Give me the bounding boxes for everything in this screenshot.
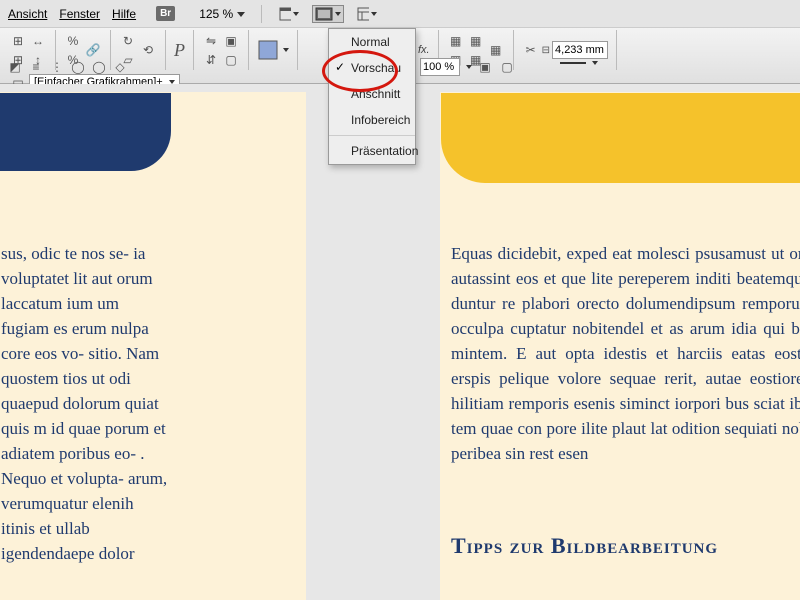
text-wrap-shape-icon[interactable]: ▦ [467, 32, 485, 50]
text-wrap-jump2-icon[interactable]: ▦ [487, 41, 505, 59]
corner-options-icon[interactable]: ◩ [6, 58, 24, 76]
menu-ansicht[interactable]: Ansicht [8, 7, 47, 21]
fit-frame-icon[interactable]: ▢ [498, 58, 516, 76]
link-scale-icon[interactable]: 🔗 [84, 41, 102, 59]
screen-mode-praesentation[interactable]: Präsentation [329, 138, 415, 164]
flip-h-icon[interactable]: ⇋ [202, 32, 220, 50]
page-right[interactable]: Equas dicidebit, exped eat molesci psusa… [440, 92, 800, 600]
scale-x-icon: % [64, 32, 82, 50]
opacity-field[interactable]: 100 % [420, 58, 460, 76]
menubar: Ansicht Fenster Hilfe Br 125 % [0, 0, 800, 28]
distribute-icon[interactable]: ⋮ [48, 58, 66, 76]
x-icon: ⊞ [9, 32, 27, 50]
zoom-level[interactable]: 125 % [199, 7, 245, 21]
right-body-text[interactable]: Equas dicidebit, exped eat molesci psusa… [451, 241, 800, 466]
fill-swatch[interactable] [257, 39, 279, 61]
convert-shape-icon[interactable]: ◇ [111, 58, 129, 76]
rotate-90-icon[interactable]: ⟲ [139, 41, 157, 59]
screen-mode-normal[interactable]: Normal [329, 29, 415, 55]
crop-icon[interactable]: ✂ [522, 41, 540, 59]
fit-content-icon[interactable]: ▣ [476, 58, 494, 76]
stroke-style-swatch[interactable] [560, 58, 586, 68]
bridge-icon[interactable]: Br [156, 6, 175, 21]
select-content-icon[interactable]: ▢ [222, 51, 240, 69]
rotate-icon[interactable]: ↻ [119, 32, 137, 50]
pathfinder-icon[interactable]: ◯ [69, 58, 87, 76]
pasteboard-gutter [306, 92, 440, 600]
right-page-header [441, 93, 800, 183]
screen-mode-dropdown: Normal Vorschau Anschnitt Infobereich Pr… [328, 28, 416, 165]
text-wrap-none-icon[interactable]: ▦ [447, 32, 465, 50]
measure-field[interactable]: 4,233 mm [552, 41, 608, 59]
screen-mode-vorschau[interactable]: Vorschau [329, 55, 415, 81]
arrange-documents-button[interactable] [278, 4, 300, 24]
dropdown-separator [329, 135, 415, 136]
w-icon: ↔ [29, 32, 47, 50]
align-icon[interactable]: ≡ [27, 58, 45, 76]
select-container-icon[interactable]: ▣ [222, 32, 240, 50]
left-body-text[interactable]: sus, odic te nos se- ia voluptatet lit a… [1, 241, 171, 566]
pathfinder2-icon[interactable]: ◯ [90, 58, 108, 76]
section-heading[interactable]: Tipps zur Bildbearbeitung [451, 533, 718, 559]
screen-mode-anschnitt[interactable]: Anschnitt [329, 81, 415, 107]
left-page-header [0, 93, 171, 171]
page-left[interactable]: sus, odic te nos se- ia voluptatet lit a… [0, 92, 306, 600]
flip-v-icon[interactable]: ⇵ [202, 51, 220, 69]
fx-icon[interactable]: fx. [418, 44, 430, 56]
menu-fenster[interactable]: Fenster [59, 7, 100, 21]
menu-hilfe[interactable]: Hilfe [112, 7, 136, 21]
screen-mode-button[interactable] [312, 5, 344, 23]
screen-mode-infobereich[interactable]: Infobereich [329, 107, 415, 133]
view-options-button[interactable] [356, 4, 378, 24]
paragraph-style-icon[interactable]: P [174, 40, 185, 61]
